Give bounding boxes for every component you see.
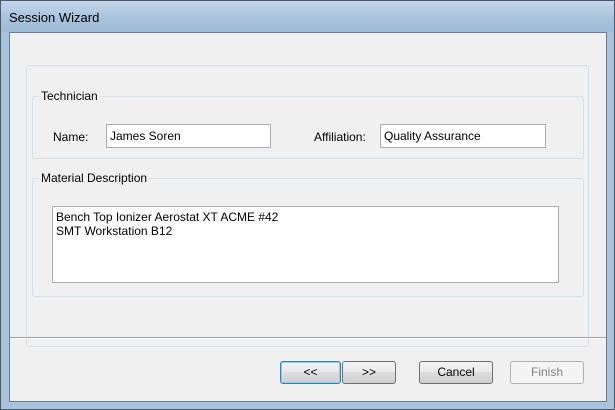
window-title: Session Wizard [9, 10, 100, 25]
dialog-client-area: Technician Name: Affiliation: Material D… [9, 32, 607, 402]
material-description-textarea[interactable] [52, 206, 559, 283]
cancel-button[interactable]: Cancel [419, 361, 493, 384]
title-bar[interactable]: Session Wizard [1, 1, 614, 32]
back-button[interactable]: << [280, 361, 341, 384]
next-button[interactable]: >> [342, 361, 396, 384]
session-wizard-window: Session Wizard Technician Name: Affiliat… [0, 0, 615, 410]
material-description-group: Material Description [32, 171, 584, 297]
button-separator [10, 337, 606, 339]
name-field[interactable] [106, 124, 271, 148]
technician-group: Technician Name: Affiliation: [32, 89, 584, 159]
material-description-legend: Material Description [41, 171, 148, 185]
finish-button[interactable]: Finish [510, 361, 584, 384]
technician-group-legend: Technician [41, 89, 98, 103]
name-label: Name: [53, 130, 89, 144]
affiliation-label: Affiliation: [314, 130, 366, 144]
affiliation-field[interactable] [380, 124, 546, 148]
